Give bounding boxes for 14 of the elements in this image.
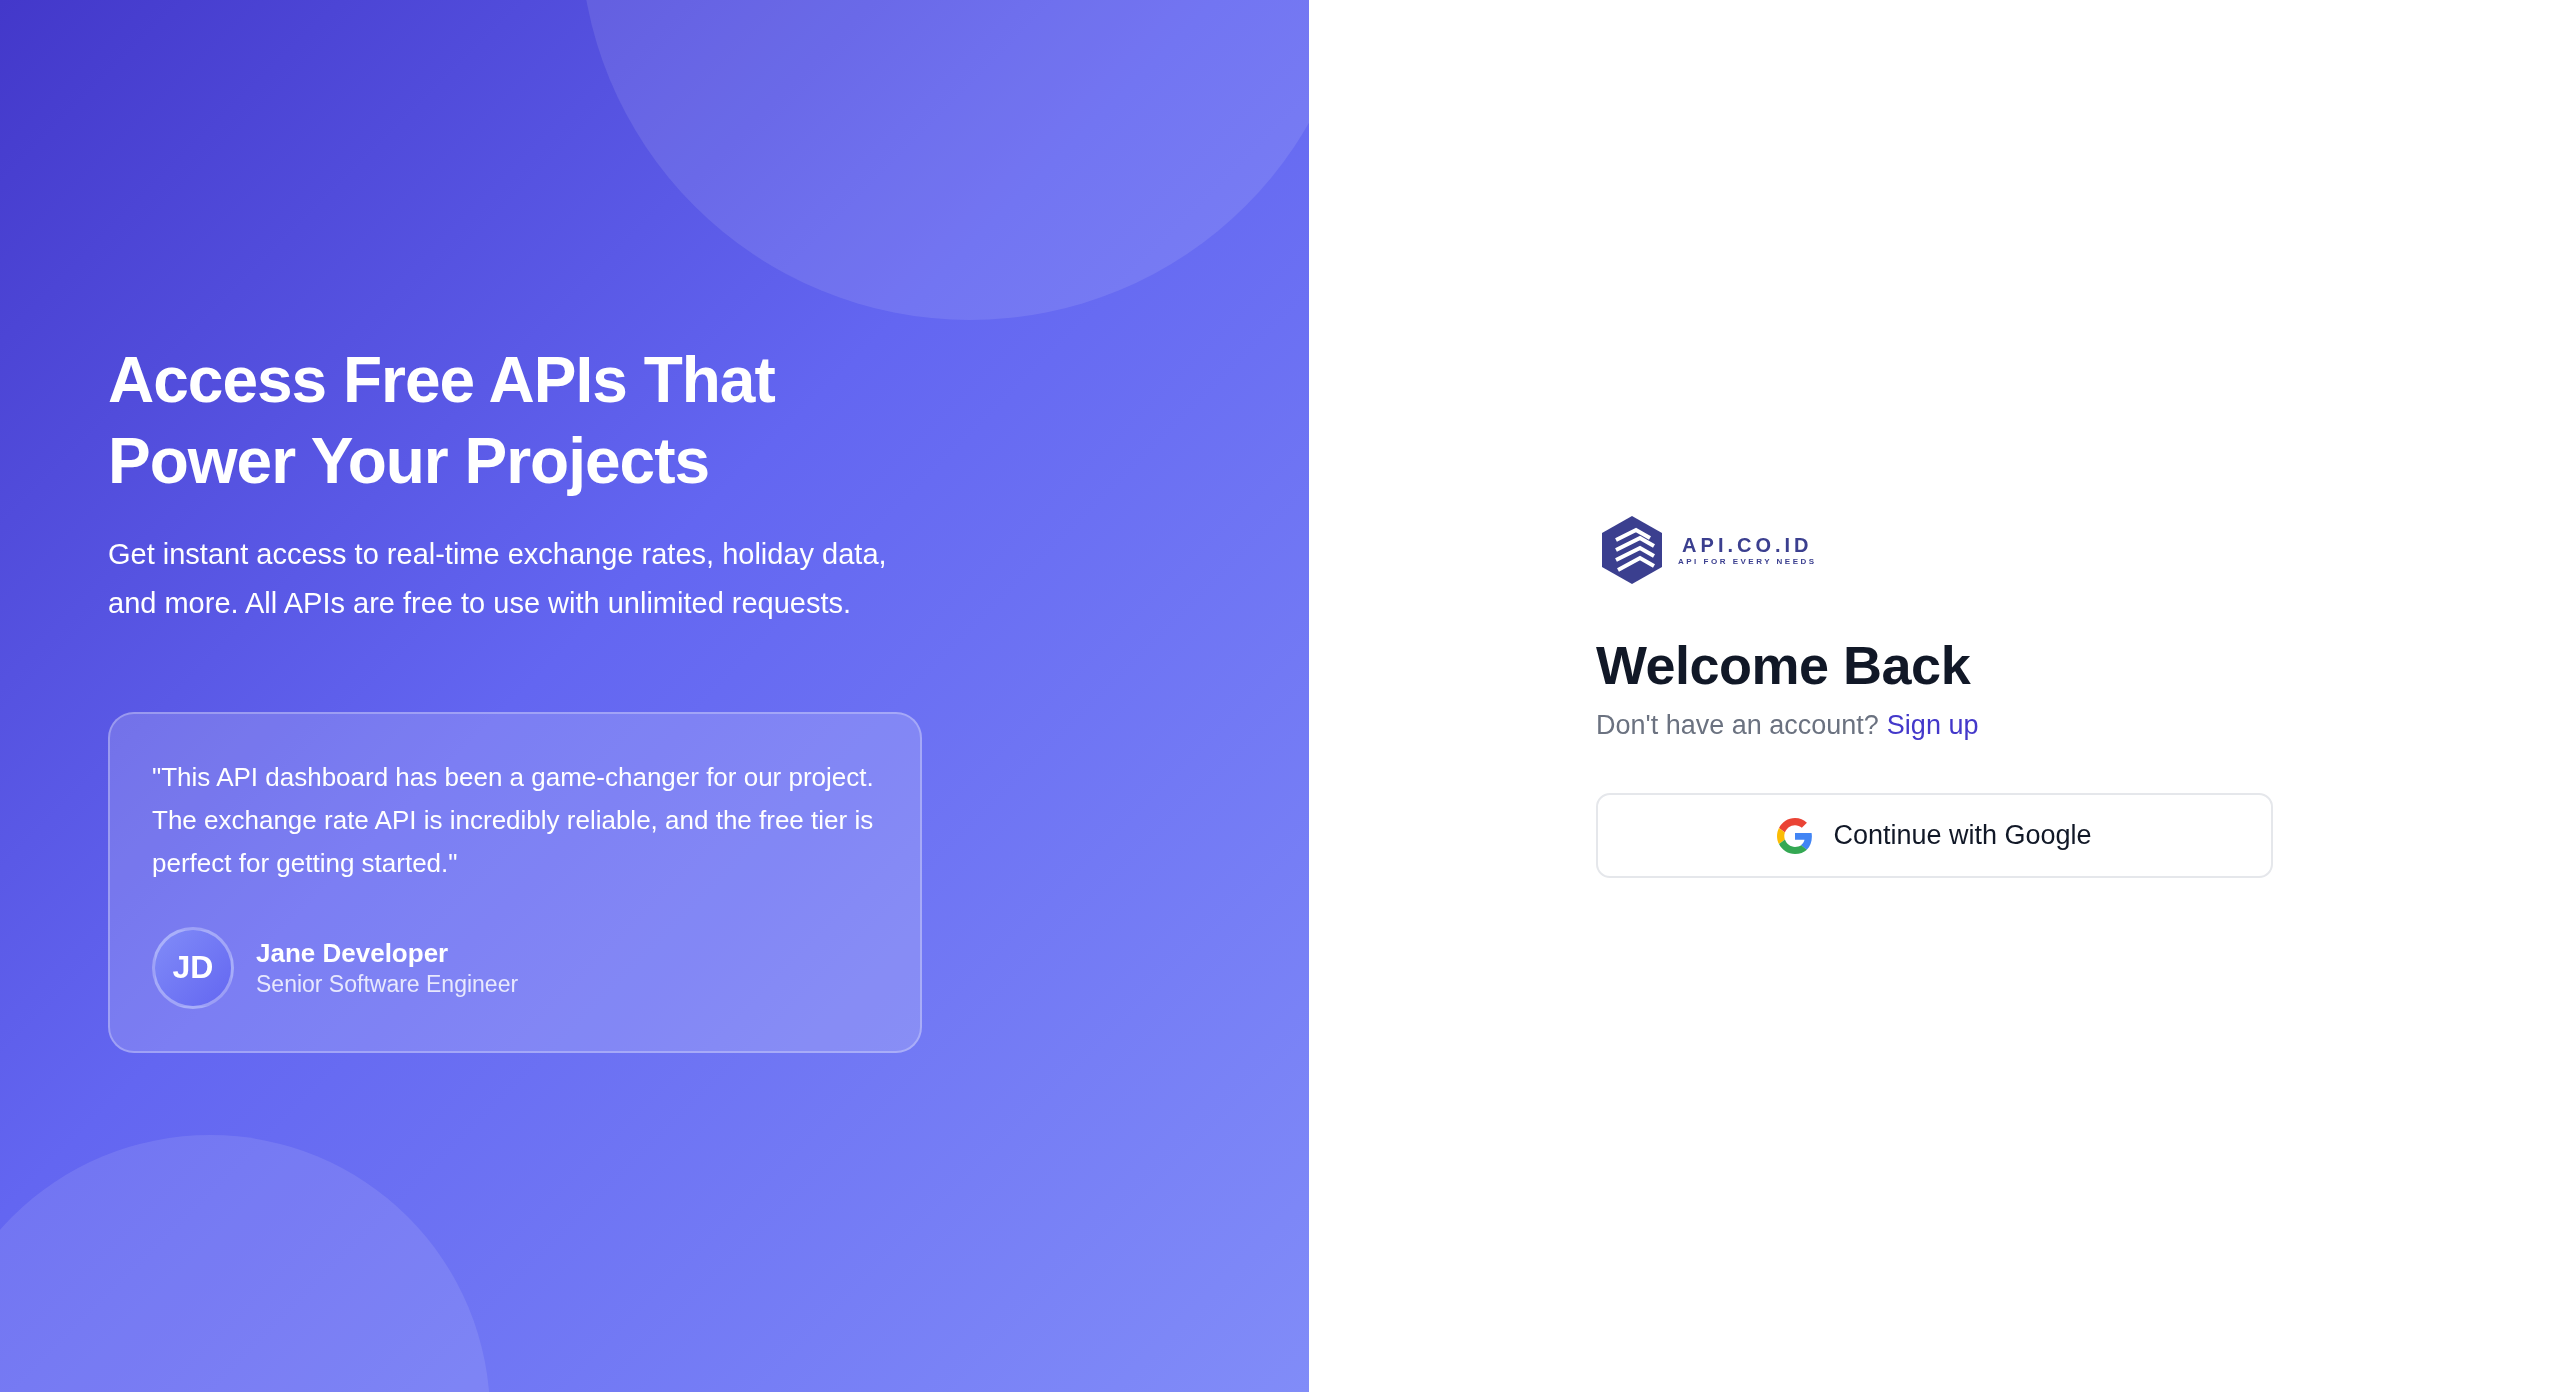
signup-link[interactable]: Sign up	[1886, 710, 1979, 741]
logo-tagline: API FOR EVERY NEEDS	[1678, 557, 1817, 566]
google-signin-button[interactable]: Continue with Google	[1596, 793, 2273, 878]
author-name: Jane Developer	[256, 937, 450, 969]
logo-name: API.CO.ID	[1682, 534, 1813, 557]
hero-description: Get instant access to real-time exchange rates, holiday data, and more. All APIs are free to use with unlimited requests.	[108, 536, 888, 621]
google-icon	[1777, 817, 1814, 854]
signup-prompt: Don't have an account?	[1596, 710, 1879, 741]
avatar-initials: JD	[152, 926, 234, 1009]
testimonial-quote: "This API dashboard has been a game-changer for our project. The exchange rate API is incredibly reliable, and the free tier is perfect for getting started."	[152, 760, 875, 880]
hero-heading: Access Free APIs That Power Your Projects	[108, 342, 776, 499]
author-role: Senior Software Engineer	[256, 970, 519, 998]
logo-icon	[1600, 514, 1664, 586]
welcome-title: Welcome Back	[1596, 634, 1972, 696]
